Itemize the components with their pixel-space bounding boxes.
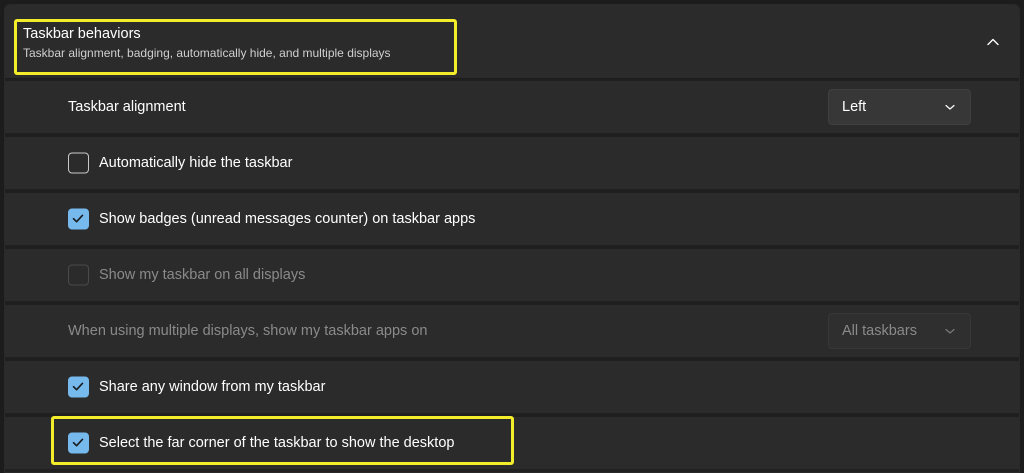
all-displays-checkbox: [68, 264, 89, 286]
multi-display-apps-row: When using multiple displays, show my ta…: [5, 303, 1019, 357]
taskbar-alignment-label: Taskbar alignment: [68, 99, 186, 115]
all-displays-label: Show my taskbar on all displays: [99, 267, 306, 283]
chevron-down-icon: [945, 104, 955, 110]
chevron-up-icon[interactable]: [985, 34, 1001, 50]
show-desktop-row: Select the far corner of the taskbar to …: [5, 415, 1019, 469]
taskbar-alignment-dropdown[interactable]: Left: [828, 89, 971, 125]
section-title: Taskbar behaviors: [23, 26, 141, 42]
multi-display-apps-dropdown: All taskbars: [828, 313, 971, 349]
section-subtitle: Taskbar alignment, badging, automaticall…: [23, 46, 391, 60]
show-badges-row: Show badges (unread messages counter) on…: [5, 191, 1019, 245]
share-window-checkbox[interactable]: [68, 376, 89, 398]
taskbar-alignment-row: Taskbar alignment Left: [5, 79, 1019, 133]
auto-hide-row: Automatically hide the taskbar: [5, 135, 1019, 189]
taskbar-behaviors-panel: Taskbar behaviors Taskbar alignment, bad…: [4, 4, 1020, 473]
settings-window: Taskbar behaviors Taskbar alignment, bad…: [0, 0, 1024, 473]
multi-display-apps-label: When using multiple displays, show my ta…: [68, 323, 428, 339]
taskbar-behaviors-header[interactable]: Taskbar behaviors Taskbar alignment, bad…: [5, 5, 1019, 79]
share-window-label[interactable]: Share any window from my taskbar: [99, 379, 325, 395]
chevron-down-icon: [945, 328, 955, 334]
checkmark-icon: [72, 438, 84, 447]
multi-display-apps-value: All taskbars: [842, 323, 917, 339]
show-badges-checkbox[interactable]: [68, 208, 89, 230]
show-badges-label[interactable]: Show badges (unread messages counter) on…: [99, 211, 475, 227]
auto-hide-checkbox[interactable]: [68, 152, 89, 174]
checkmark-icon: [72, 382, 84, 391]
share-window-row: Share any window from my taskbar: [5, 359, 1019, 413]
checkmark-icon: [72, 214, 84, 223]
show-desktop-label[interactable]: Select the far corner of the taskbar to …: [99, 435, 454, 451]
show-desktop-checkbox[interactable]: [68, 432, 89, 454]
taskbar-alignment-value: Left: [842, 99, 867, 115]
auto-hide-label[interactable]: Automatically hide the taskbar: [99, 155, 292, 171]
all-displays-row: Show my taskbar on all displays: [5, 247, 1019, 301]
